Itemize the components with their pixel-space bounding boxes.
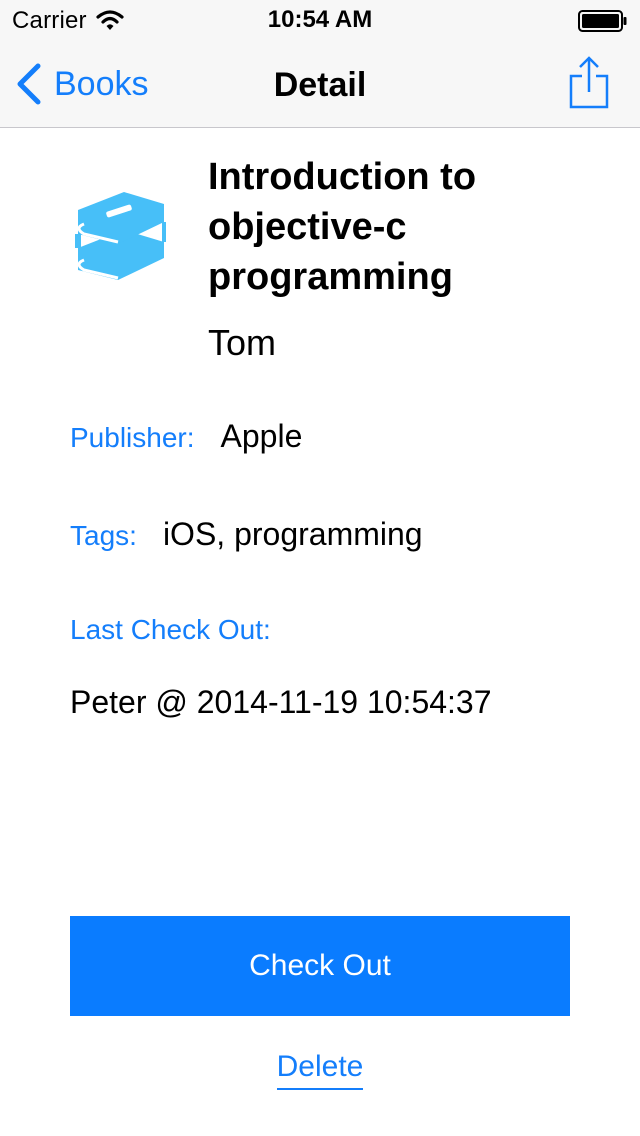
tags-value: iOS, programming [162, 516, 423, 552]
share-icon[interactable] [568, 56, 610, 110]
last-checkout-label: Last Check Out: [70, 614, 271, 645]
books-icon [75, 192, 166, 280]
status-bar: Carrier 10:54 AM [0, 0, 640, 40]
book-author: Tom [208, 322, 277, 363]
last-checkout-value: Peter @ 2014-11-19 10:54:37 [70, 684, 492, 720]
delete-button-label: Delete [276, 1050, 364, 1090]
publisher-value: Apple [220, 418, 303, 454]
navigation-bar: Books Detail [0, 40, 640, 128]
tags-row: Tags: iOS, programming [70, 516, 423, 553]
delete-button[interactable]: Delete [0, 1050, 640, 1090]
status-time: 10:54 AM [267, 6, 373, 33]
tags-label: Tags: [70, 520, 137, 551]
publisher-label: Publisher: [70, 422, 195, 453]
last-checkout-row: Last Check Out: [70, 614, 271, 646]
book-title: Introduction to objective-c programming [208, 156, 477, 298]
check-out-button[interactable]: Check Out [70, 916, 570, 1016]
battery-icon [578, 10, 627, 32]
publisher-row: Publisher: Apple [70, 418, 302, 455]
page-title: Detail [273, 66, 367, 104]
